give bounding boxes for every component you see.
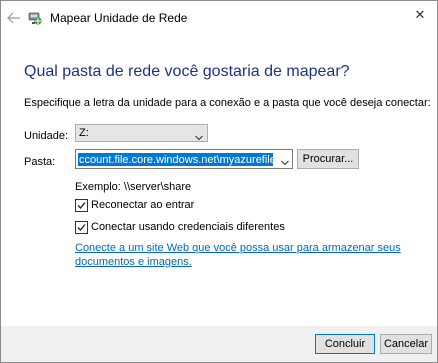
- chevron-down-icon[interactable]: [281, 155, 289, 166]
- window-title: Mapear Unidade de Rede: [50, 11, 188, 25]
- close-icon: ✕: [414, 7, 426, 22]
- credentials-checkbox[interactable]: [75, 221, 88, 234]
- folder-input-value: ccount.file.core.windows.net\myazurefile…: [78, 153, 273, 166]
- dialog-footer: Concluir Cancelar: [1, 326, 437, 362]
- drive-select[interactable]: Z:: [75, 124, 208, 142]
- network-drive-icon: [27, 10, 43, 26]
- dialog-window: Mapear Unidade de Rede ✕ Qual pasta de r…: [0, 0, 438, 363]
- chevron-down-icon: [195, 130, 203, 141]
- title-bar: Mapear Unidade de Rede ✕: [1, 1, 437, 31]
- browse-button[interactable]: Procurar...: [297, 149, 359, 169]
- folder-input[interactable]: ccount.file.core.windows.net\myazurefile…: [78, 152, 273, 166]
- drive-select-value: Z:: [79, 127, 89, 139]
- back-arrow-icon[interactable]: [7, 12, 21, 24]
- folder-combobox[interactable]: ccount.file.core.windows.net\myazurefile…: [75, 149, 293, 169]
- checkmark-icon: [77, 224, 86, 231]
- drive-label: Unidade:: [24, 130, 69, 142]
- cancel-button[interactable]: Cancelar: [380, 334, 432, 354]
- credentials-label: Conectar usando credenciais diferentes: [91, 221, 285, 233]
- example-text: Exemplo: \\server\share: [75, 181, 192, 193]
- close-button[interactable]: ✕: [403, 1, 437, 29]
- folder-label: Pasta:: [24, 156, 56, 168]
- reconnect-label: Reconectar ao entrar: [91, 199, 195, 211]
- page-heading: Qual pasta de rede você gostaria de mape…: [24, 63, 350, 80]
- checkmark-icon: [77, 202, 86, 209]
- instruction-text: Especifique a letra da unidade para a co…: [24, 97, 431, 109]
- storage-website-link[interactable]: Conecte a um site Web que você possa usa…: [75, 241, 415, 269]
- finish-button[interactable]: Concluir: [315, 334, 375, 354]
- reconnect-checkbox[interactable]: [75, 199, 88, 212]
